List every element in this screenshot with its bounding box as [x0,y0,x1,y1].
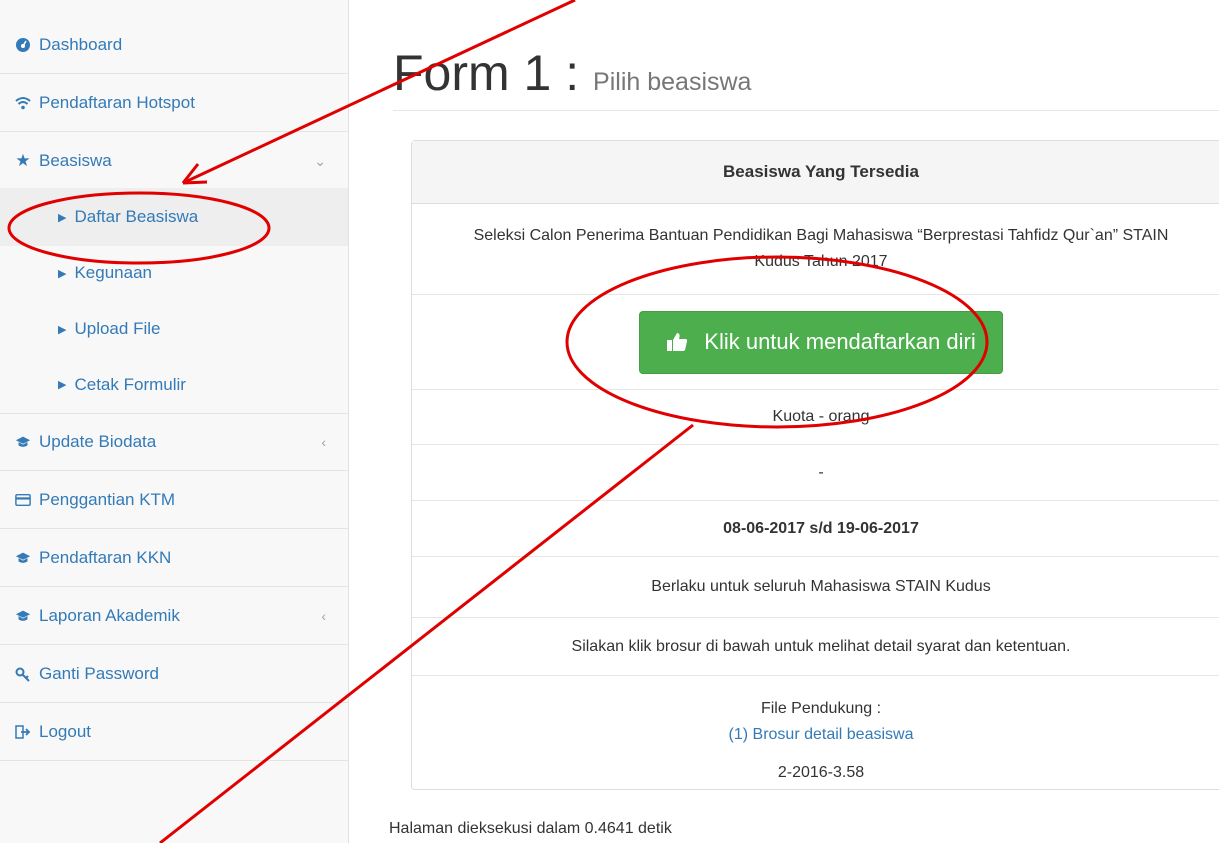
sidebar-item-label: Penggantian KTM [39,489,176,509]
sidebar-subitem-kegunaan[interactable]: ▶ Kegunaan [0,244,348,302]
sidebar: Dashboard Pendaftaran Hotspot ★ Beasiswa… [0,0,349,843]
register-button-label: Klik untuk mendaftarkan diri [704,329,976,354]
register-row: Klik untuk mendaftarkan diri [412,295,1219,390]
sidebar-item-label: Dashboard [39,34,123,54]
sidebar-item-pendaftaran-kkn[interactable]: Pendaftaran KKN [0,529,348,587]
sidebar-item-label: Pendaftaran KKN [39,547,172,567]
file-label: File Pendukung : [760,700,882,717]
graduation-cap-icon [15,434,31,450]
sidebar-item-label: Laporan Akademik [39,605,180,625]
page-subtitle: Pilih beasiswa [593,68,752,96]
graduation-cap-icon [15,550,31,566]
dash-row: - [412,445,1219,501]
sidebar-item-ganti-password[interactable]: Ganti Password [0,645,348,703]
instruction-row: Silakan klik brosur di bawah untuk melih… [412,618,1219,676]
sidebar-item-beasiswa[interactable]: ★ Beasiswa ⌄ [0,132,348,190]
caret-right-icon: ▶ [58,379,67,391]
chevron-left-icon: ‹ [321,607,326,624]
sidebar-subitem-daftar-beasiswa[interactable]: ▶ Daftar Beasiswa [0,188,348,246]
sidebar-subitem-cetak-formulir[interactable]: ▶ Cetak Formulir [0,356,348,414]
register-button[interactable]: Klik untuk mendaftarkan diri [639,310,1003,374]
page-title: Form 1 : Pilih beasiswa [393,44,751,102]
panel-heading: Beasiswa Yang Tersedia [412,141,1219,204]
scholarship-panel: Beasiswa Yang Tersedia Seleksi Calon Pen… [411,140,1219,790]
sidebar-item-hotspot[interactable]: Pendaftaran Hotspot [0,74,348,132]
sidebar-item-label: Logout [39,721,91,741]
sign-out-icon [15,724,31,740]
execution-time-note: Halaman dieksekusi dalam 0.4641 detik [389,820,672,837]
sidebar-subitem-label: Upload File [74,319,161,338]
sidebar-item-laporan-akademik[interactable]: Laporan Akademik ‹ [0,587,348,645]
period-row: 08-06-2017 s/d 19-06-2017 [412,501,1219,557]
caret-right-icon: ▶ [58,323,67,336]
version-code: 2-2016-3.58 [777,764,865,781]
credit-card-icon [15,492,31,508]
applies-row: Berlaku untuk seluruh Mahasiswa STAIN Ku… [412,557,1219,618]
sidebar-item-logout[interactable]: Logout [0,703,348,761]
file-row: File Pendukung : (1) Brosur detail beasi… [412,676,1219,790]
key-icon [15,666,31,682]
dash-text: - [818,463,824,481]
chevron-left-icon: ‹ [321,433,326,450]
sidebar-item-label: Pendaftaran Hotspot [39,92,195,112]
scholarship-description: Seleksi Calon Penerima Bantuan Pendidika… [473,226,1169,270]
wifi-icon [15,95,31,111]
scholarship-description-row: Seleksi Calon Penerima Bantuan Pendidika… [412,203,1219,295]
title-divider [393,110,1219,111]
sidebar-item-label: Update Biodata [39,431,157,451]
sidebar-item-label: Beasiswa [39,151,112,170]
caret-right-icon: ▶ [58,267,67,280]
thumbs-up-icon [666,332,688,352]
dashboard-icon [15,37,31,53]
chevron-down-icon: ⌄ [314,152,326,169]
sidebar-item-dashboard[interactable]: Dashboard [0,16,348,74]
kuota-text: Kuota - orang [772,408,870,425]
period-text: 08-06-2017 s/d 19-06-2017 [723,519,919,537]
brochure-link[interactable]: (1) Brosur detail beasiswa [729,722,914,748]
sidebar-subitem-upload-file[interactable]: ▶ Upload File [0,300,348,358]
caret-right-icon: ▶ [58,211,67,224]
sidebar-item-penggantian-ktm[interactable]: Penggantian KTM [0,471,348,529]
applies-text: Berlaku untuk seluruh Mahasiswa STAIN Ku… [651,578,991,595]
page-title-text: Form 1 : [393,45,580,101]
sidebar-subitem-label: Kegunaan [74,263,152,282]
sidebar-subitem-label: Cetak Formulir [74,374,186,394]
instruction-text: Silakan klik brosur di bawah untuk melih… [571,637,1071,655]
sidebar-item-update-biodata[interactable]: Update Biodata ‹ [0,413,348,471]
sidebar-item-label: Ganti Password [39,663,159,683]
graduation-cap-icon [15,608,31,624]
kuota-row: Kuota - orang [412,390,1219,445]
star-icon: ★ [15,151,31,170]
sidebar-subitem-label: Daftar Beasiswa [74,207,199,226]
